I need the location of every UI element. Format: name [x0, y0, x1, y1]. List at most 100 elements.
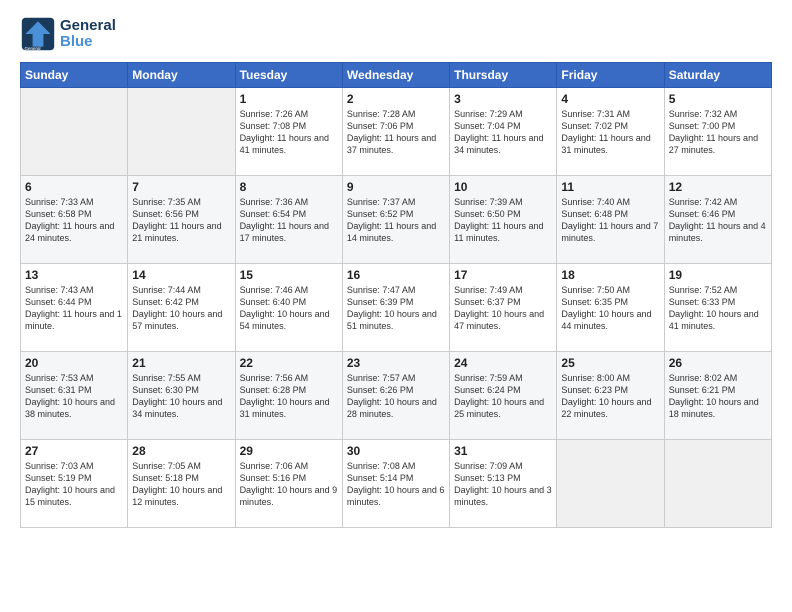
calendar-cell: 23 Sunrise: 7:57 AM Sunset: 6:26 PM Dayli…	[342, 352, 449, 440]
calendar-week-row: 1Sunrise: 7:26 AM Sunset: 7:08 PM Daylig…	[21, 88, 772, 176]
cell-day-number: 15	[240, 268, 338, 282]
cell-day-number: 28	[132, 444, 230, 458]
calendar-cell: 28 Sunrise: 7:05 AM Sunset: 5:18 PM Dayli…	[128, 440, 235, 528]
cell-info-text: Sunrise: 7:36 AM Sunset: 6:54 PM Dayligh…	[240, 196, 338, 245]
cell-info-text: Sunrise: 7:32 AM Sunset: 7:00 PM Dayligh…	[669, 108, 767, 157]
calendar-cell: 26 Sunrise: 8:02 AM Sunset: 6:21 PM Dayli…	[664, 352, 771, 440]
cell-day-number: 18	[561, 268, 659, 282]
cell-day-number: 1	[240, 92, 338, 106]
cell-day-number: 19	[669, 268, 767, 282]
cell-info-text: Sunrise: 8:02 AM Sunset: 6:21 PM Dayligh…	[669, 372, 767, 421]
calendar-cell: 1Sunrise: 7:26 AM Sunset: 7:08 PM Daylig…	[235, 88, 342, 176]
cell-info-text: Sunrise: 7:56 AM Sunset: 6:28 PM Dayligh…	[240, 372, 338, 421]
cell-day-number: 9	[347, 180, 445, 194]
cell-day-number: 6	[25, 180, 123, 194]
cell-day-number: 21	[132, 356, 230, 370]
calendar-week-row: 13 Sunrise: 7:43 AM Sunset: 6:44 PM Dayli…	[21, 264, 772, 352]
calendar-cell: 10 Sunrise: 7:39 AM Sunset: 6:50 PM Dayli…	[450, 176, 557, 264]
calendar-week-row: 27Sunrise: 7:03 AM Sunset: 5:19 PM Dayli…	[21, 440, 772, 528]
cell-info-text: Sunrise: 7:57 AM Sunset: 6:26 PM Dayligh…	[347, 372, 445, 421]
calendar-week-row: 6 Sunrise: 7:33 AM Sunset: 6:58 PM Daylig…	[21, 176, 772, 264]
cell-day-number: 3	[454, 92, 552, 106]
cell-info-text: Sunrise: 7:29 AM Sunset: 7:04 PM Dayligh…	[454, 108, 552, 157]
cell-info-text: Sunrise: 7:08 AM Sunset: 5:14 PM Dayligh…	[347, 460, 445, 509]
cell-info-text: Sunrise: 8:00 AM Sunset: 6:23 PM Dayligh…	[561, 372, 659, 421]
cell-day-number: 13	[25, 268, 123, 282]
calendar-header-row: SundayMondayTuesdayWednesdayThursdayFrid…	[21, 63, 772, 88]
calendar-cell: 25 Sunrise: 8:00 AM Sunset: 6:23 PM Dayli…	[557, 352, 664, 440]
calendar-cell: 27Sunrise: 7:03 AM Sunset: 5:19 PM Dayli…	[21, 440, 128, 528]
cell-info-text: Sunrise: 7:49 AM Sunset: 6:37 PM Dayligh…	[454, 284, 552, 333]
calendar-cell: 6 Sunrise: 7:33 AM Sunset: 6:58 PM Daylig…	[21, 176, 128, 264]
cell-info-text: Sunrise: 7:33 AM Sunset: 6:58 PM Dayligh…	[25, 196, 123, 245]
cell-info-text: Sunrise: 7:31 AM Sunset: 7:02 PM Dayligh…	[561, 108, 659, 157]
calendar-weekday-header: Wednesday	[342, 63, 449, 88]
calendar-table: SundayMondayTuesdayWednesdayThursdayFrid…	[20, 62, 772, 528]
cell-day-number: 25	[561, 356, 659, 370]
calendar-cell	[21, 88, 128, 176]
calendar-cell	[128, 88, 235, 176]
cell-info-text: Sunrise: 7:37 AM Sunset: 6:52 PM Dayligh…	[347, 196, 445, 245]
cell-info-text: Sunrise: 7:46 AM Sunset: 6:40 PM Dayligh…	[240, 284, 338, 333]
cell-info-text: Sunrise: 7:40 AM Sunset: 6:48 PM Dayligh…	[561, 196, 659, 245]
calendar-weekday-header: Tuesday	[235, 63, 342, 88]
calendar-weekday-header: Thursday	[450, 63, 557, 88]
cell-info-text: Sunrise: 7:39 AM Sunset: 6:50 PM Dayligh…	[454, 196, 552, 245]
cell-day-number: 26	[669, 356, 767, 370]
calendar-weekday-header: Friday	[557, 63, 664, 88]
calendar-cell: 22 Sunrise: 7:56 AM Sunset: 6:28 PM Dayli…	[235, 352, 342, 440]
cell-day-number: 14	[132, 268, 230, 282]
calendar-cell: 16Sunrise: 7:47 AM Sunset: 6:39 PM Dayli…	[342, 264, 449, 352]
calendar-weekday-header: Monday	[128, 63, 235, 88]
cell-day-number: 2	[347, 92, 445, 106]
calendar-cell: 2 Sunrise: 7:28 AM Sunset: 7:06 PM Daylig…	[342, 88, 449, 176]
logo: General General Blue	[20, 16, 116, 52]
calendar-cell: 18 Sunrise: 7:50 AM Sunset: 6:35 PM Dayli…	[557, 264, 664, 352]
cell-info-text: Sunrise: 7:50 AM Sunset: 6:35 PM Dayligh…	[561, 284, 659, 333]
cell-info-text: Sunrise: 7:47 AM Sunset: 6:39 PM Dayligh…	[347, 284, 445, 333]
cell-day-number: 24	[454, 356, 552, 370]
logo-text: General Blue	[60, 18, 116, 51]
calendar-cell: 20 Sunrise: 7:53 AM Sunset: 6:31 PM Dayli…	[21, 352, 128, 440]
calendar-cell: 15 Sunrise: 7:46 AM Sunset: 6:40 PM Dayli…	[235, 264, 342, 352]
calendar-cell	[557, 440, 664, 528]
cell-day-number: 20	[25, 356, 123, 370]
cell-day-number: 31	[454, 444, 552, 458]
cell-day-number: 23	[347, 356, 445, 370]
cell-info-text: Sunrise: 7:06 AM Sunset: 5:16 PM Dayligh…	[240, 460, 338, 509]
calendar-weekday-header: Saturday	[664, 63, 771, 88]
cell-day-number: 30	[347, 444, 445, 458]
cell-info-text: Sunrise: 7:28 AM Sunset: 7:06 PM Dayligh…	[347, 108, 445, 157]
cell-day-number: 27	[25, 444, 123, 458]
calendar-weekday-header: Sunday	[21, 63, 128, 88]
calendar-cell: 19Sunrise: 7:52 AM Sunset: 6:33 PM Dayli…	[664, 264, 771, 352]
calendar-cell: 5Sunrise: 7:32 AM Sunset: 7:00 PM Daylig…	[664, 88, 771, 176]
cell-day-number: 12	[669, 180, 767, 194]
cell-info-text: Sunrise: 7:43 AM Sunset: 6:44 PM Dayligh…	[25, 284, 123, 333]
calendar-cell: 30 Sunrise: 7:08 AM Sunset: 5:14 PM Dayli…	[342, 440, 449, 528]
cell-day-number: 10	[454, 180, 552, 194]
cell-info-text: Sunrise: 7:44 AM Sunset: 6:42 PM Dayligh…	[132, 284, 230, 333]
calendar-cell: 24 Sunrise: 7:59 AM Sunset: 6:24 PM Dayli…	[450, 352, 557, 440]
calendar-cell: 8 Sunrise: 7:36 AM Sunset: 6:54 PM Daylig…	[235, 176, 342, 264]
calendar-cell: 21 Sunrise: 7:55 AM Sunset: 6:30 PM Dayli…	[128, 352, 235, 440]
cell-day-number: 8	[240, 180, 338, 194]
cell-day-number: 7	[132, 180, 230, 194]
page: General General Blue SundayMondayTuesday…	[0, 0, 792, 548]
calendar-cell: 17Sunrise: 7:49 AM Sunset: 6:37 PM Dayli…	[450, 264, 557, 352]
calendar-cell: 4 Sunrise: 7:31 AM Sunset: 7:02 PM Daylig…	[557, 88, 664, 176]
svg-text:General: General	[25, 46, 41, 51]
cell-info-text: Sunrise: 7:55 AM Sunset: 6:30 PM Dayligh…	[132, 372, 230, 421]
calendar-week-row: 20 Sunrise: 7:53 AM Sunset: 6:31 PM Dayli…	[21, 352, 772, 440]
cell-info-text: Sunrise: 7:53 AM Sunset: 6:31 PM Dayligh…	[25, 372, 123, 421]
calendar-cell: 29 Sunrise: 7:06 AM Sunset: 5:16 PM Dayli…	[235, 440, 342, 528]
cell-info-text: Sunrise: 7:59 AM Sunset: 6:24 PM Dayligh…	[454, 372, 552, 421]
cell-day-number: 29	[240, 444, 338, 458]
calendar-cell: 31Sunrise: 7:09 AM Sunset: 5:13 PM Dayli…	[450, 440, 557, 528]
cell-info-text: Sunrise: 7:05 AM Sunset: 5:18 PM Dayligh…	[132, 460, 230, 509]
logo-icon: General	[20, 16, 56, 52]
cell-day-number: 4	[561, 92, 659, 106]
calendar-cell: 3 Sunrise: 7:29 AM Sunset: 7:04 PM Daylig…	[450, 88, 557, 176]
cell-day-number: 22	[240, 356, 338, 370]
calendar-cell: 14 Sunrise: 7:44 AM Sunset: 6:42 PM Dayli…	[128, 264, 235, 352]
